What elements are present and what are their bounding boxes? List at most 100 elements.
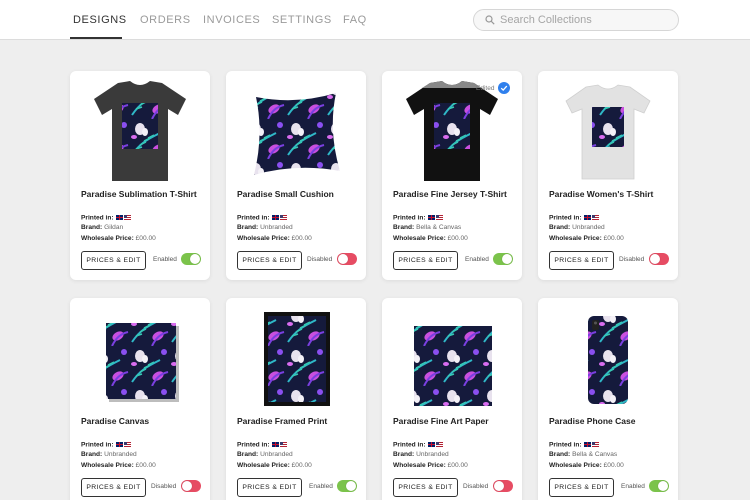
search-input[interactable] [500, 12, 672, 28]
tab-settings[interactable]: SETTINGS [272, 14, 332, 26]
toggle-knob [182, 481, 192, 491]
country-flags [271, 441, 288, 448]
uk-flag-icon [115, 214, 123, 220]
brand-value: Unbranded [260, 451, 293, 458]
product-title: Paradise Framed Print [237, 416, 328, 426]
status-label: Disabled [307, 256, 333, 263]
uk-flag-icon [427, 214, 435, 220]
country-flags [583, 214, 600, 221]
enable-toggle[interactable] [493, 253, 513, 265]
product-card: Paradise Sublimation T-Shirt Printed in:… [70, 71, 210, 280]
prices-edit-button[interactable]: PRICES & EDIT [81, 251, 146, 270]
toggle-knob [338, 254, 348, 264]
prices-edit-button[interactable]: PRICES & EDIT [549, 251, 614, 270]
country-flags [427, 441, 444, 448]
uk-flag-icon [583, 214, 591, 220]
uk-flag-icon [115, 441, 123, 447]
us-flag-icon [123, 441, 131, 447]
brand-value: Unbranded [104, 451, 137, 458]
product-card: Edited Paradise Fine Jersey T-Shirt Prin… [382, 71, 522, 280]
brand-label: Brand: [393, 451, 415, 458]
enable-toggle[interactable] [649, 253, 669, 265]
prices-edit-button[interactable]: PRICES & EDIT [81, 478, 146, 497]
toggle-knob [650, 254, 660, 264]
brand-label: Brand: [549, 224, 571, 231]
search-box[interactable] [473, 9, 679, 31]
framed-print-image [264, 312, 330, 406]
wholesale-price-label: Wholesale Price: [81, 462, 134, 469]
status-label: Enabled [309, 483, 333, 490]
printed-in-label: Printed in: [549, 214, 582, 222]
us-flag-icon [435, 441, 443, 447]
product-title: Paradise Fine Jersey T-Shirt [393, 189, 507, 199]
product-title: Paradise Sublimation T-Shirt [81, 189, 197, 199]
us-flag-icon [279, 441, 287, 447]
brand-label: Brand: [393, 224, 415, 231]
canvas-image [106, 323, 179, 402]
us-flag-icon [279, 214, 287, 220]
brand-value: Bella & Canvas [572, 451, 618, 458]
country-flags [583, 441, 600, 448]
brand-value: Gildan [104, 224, 124, 231]
product-title: Paradise Women's T-Shirt [549, 189, 654, 199]
wholesale-price-label: Wholesale Price: [237, 235, 290, 242]
us-flag-icon [123, 214, 131, 220]
us-flag-icon [435, 214, 443, 220]
enable-toggle[interactable] [181, 253, 201, 265]
product-title: Paradise Small Cushion [237, 189, 334, 199]
toggle-knob [494, 481, 504, 491]
toggle-knob [502, 254, 512, 264]
phone-case-image [588, 316, 628, 404]
brand-value: Bella & Canvas [416, 224, 462, 231]
tab-faq[interactable]: FAQ [343, 14, 367, 26]
enable-toggle[interactable] [337, 480, 357, 492]
black-tshirt-image [406, 81, 498, 181]
prices-edit-button[interactable]: PRICES & EDIT [237, 251, 302, 270]
search-icon [485, 15, 495, 25]
prices-edit-button[interactable]: PRICES & EDIT [393, 478, 458, 497]
wholesale-price-label: Wholesale Price: [81, 235, 134, 242]
brand-value: Unbranded [260, 224, 293, 231]
country-flags [271, 214, 288, 221]
edited-check-icon [498, 82, 510, 94]
wholesale-price-label: Wholesale Price: [393, 235, 446, 242]
product-card: Paradise Canvas Printed in: Brand: Unbra… [70, 298, 210, 500]
active-tab-indicator [70, 37, 122, 39]
status-label: Enabled [621, 483, 645, 490]
country-flags [115, 214, 132, 221]
wholesale-price-label: Wholesale Price: [549, 235, 602, 242]
us-flag-icon [591, 214, 599, 220]
product-title: Paradise Canvas [81, 416, 150, 426]
enable-toggle[interactable] [181, 480, 201, 492]
uk-flag-icon [271, 441, 279, 447]
prices-edit-button[interactable]: PRICES & EDIT [393, 251, 458, 270]
enable-toggle[interactable] [337, 253, 357, 265]
price-value: £00.00 [291, 235, 312, 242]
enable-toggle[interactable] [649, 480, 669, 492]
printed-in-label: Printed in: [393, 214, 426, 222]
brand-label: Brand: [237, 451, 259, 458]
brand-value: Unbranded [572, 224, 605, 231]
toggle-knob [346, 481, 356, 491]
product-card: Paradise Framed Print Printed in: Brand:… [226, 298, 366, 500]
country-flags [427, 214, 444, 221]
printed-in-label: Printed in: [237, 441, 270, 449]
product-title: Paradise Phone Case [549, 416, 636, 426]
tab-designs[interactable]: DESIGNS [73, 14, 127, 26]
wholesale-price-label: Wholesale Price: [237, 462, 290, 469]
prices-edit-button[interactable]: PRICES & EDIT [237, 478, 302, 497]
product-card: Paradise Women's T-Shirt Printed in: Bra… [538, 71, 678, 280]
edited-label: Edited [476, 85, 495, 92]
price-value: £00.00 [447, 462, 468, 469]
white-tshirt-image [565, 84, 651, 180]
tab-invoices[interactable]: INVOICES [203, 14, 260, 26]
product-title: Paradise Fine Art Paper [393, 416, 489, 426]
enable-toggle[interactable] [493, 480, 513, 492]
uk-flag-icon [427, 441, 435, 447]
prices-edit-button[interactable]: PRICES & EDIT [549, 478, 614, 497]
price-value: £00.00 [135, 462, 156, 469]
status-label: Enabled [153, 256, 177, 263]
tab-orders[interactable]: ORDERS [140, 14, 191, 26]
us-flag-icon [591, 441, 599, 447]
product-card: Paradise Fine Art Paper Printed in: Bran… [382, 298, 522, 500]
